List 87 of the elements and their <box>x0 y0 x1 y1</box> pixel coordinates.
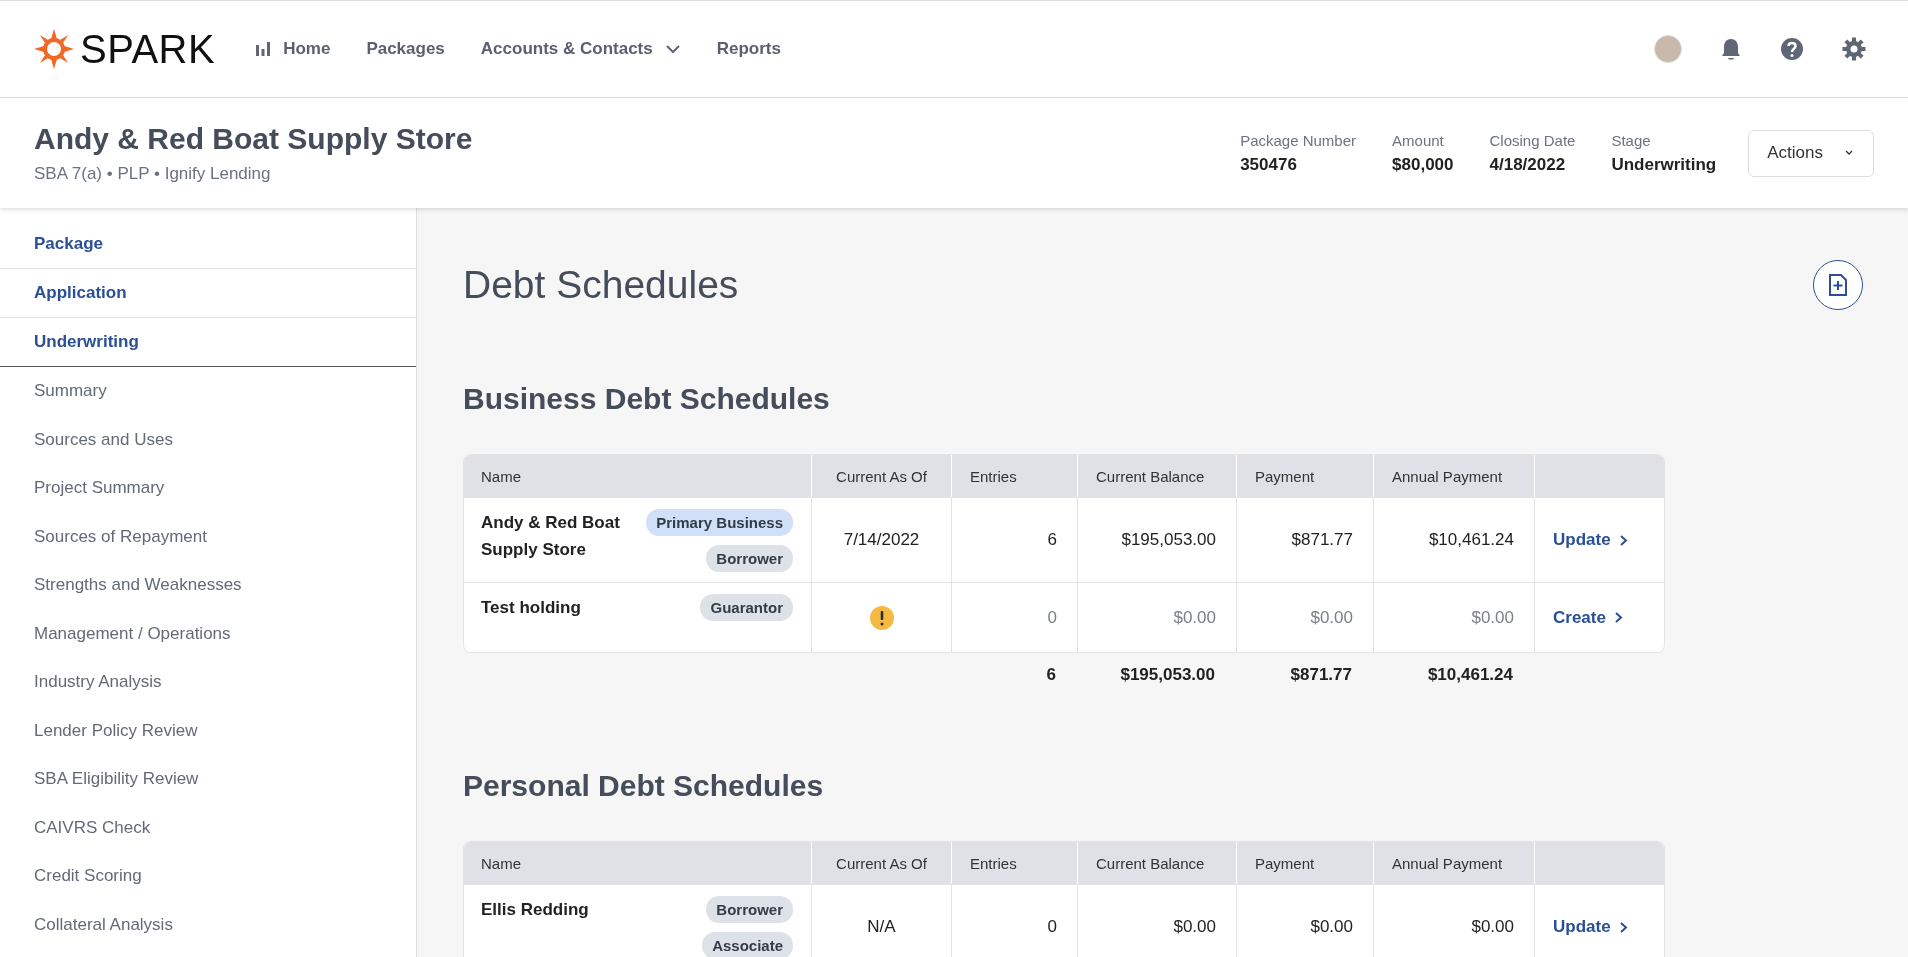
sidebar-item[interactable]: Sources and Uses <box>0 415 416 464</box>
table-cell-text: Ellis Redding <box>481 899 589 921</box>
meta-label: Closing Date <box>1489 131 1576 149</box>
nav-link[interactable]: Reports <box>716 39 781 59</box>
section-heading: Business Debt Schedules <box>463 382 831 416</box>
table-cell: $0.00 <box>1310 917 1353 937</box>
total-value: 6 <box>1046 665 1056 685</box>
settings-icon[interactable] <box>1842 37 1866 61</box>
brand-name[interactable]: SPARK <box>80 26 216 72</box>
nav-link[interactable]: Packages <box>366 39 445 59</box>
sidebar-item[interactable]: Strengths and Weaknesses <box>0 561 416 610</box>
meta-value: $80,000 <box>1392 154 1454 175</box>
column-header: Current Balance <box>1077 455 1236 497</box>
starburst-logo-icon <box>34 29 74 69</box>
actions-button[interactable]: Actions <box>1748 129 1874 177</box>
sidebar-item[interactable]: Credit Scoring <box>0 852 416 901</box>
sidebar-item[interactable]: SBA Eligibility Review <box>0 755 416 804</box>
row-action-link[interactable]: Update <box>1553 917 1628 937</box>
bell-icon[interactable] <box>1720 37 1742 61</box>
table-cell: $871.77 <box>1291 530 1353 550</box>
column-header: Annual Payment <box>1373 842 1534 884</box>
role-tag: Associate <box>702 932 793 957</box>
table-cell: $195,053.00 <box>1121 530 1216 550</box>
meta-value: 350476 <box>1240 154 1298 175</box>
role-tag: Borrower <box>706 545 793 572</box>
column-header: Entries <box>951 842 1077 884</box>
chevron-down-icon <box>664 44 681 54</box>
sidebar-item[interactable]: Collateral Analysis <box>0 900 416 949</box>
package-subtitle: SBA 7(a) • PLP • Ignify Lending <box>34 164 272 184</box>
column-header: Entries <box>951 455 1077 497</box>
sidebar-item[interactable]: Sources of Repayment <box>0 512 416 561</box>
table-cell: $0.00 <box>1173 917 1216 937</box>
total-value: $871.77 <box>1290 665 1352 685</box>
sidebar-item[interactable]: Lender Policy Review <box>0 706 416 755</box>
meta-label: Amount <box>1392 131 1445 149</box>
add-document-icon <box>1827 273 1849 297</box>
table-cell-text: Andy & Red Boat Supply Store <box>481 512 621 561</box>
row-action-link[interactable]: Update <box>1553 530 1628 550</box>
package-title: Andy & Red Boat Supply Store <box>34 122 473 156</box>
chevron-right-icon <box>1613 611 1623 624</box>
meta-label: Package Number <box>1240 131 1357 149</box>
table-cell: $0.00 <box>1471 607 1514 628</box>
total-value: $195,053.00 <box>1120 665 1215 685</box>
sidebar-item[interactable]: CAIVRS Check <box>0 803 416 852</box>
sidebar-item[interactable]: Project Summary <box>0 464 416 513</box>
sidebar-section[interactable]: Package <box>0 220 416 269</box>
help-icon[interactable] <box>1780 37 1804 61</box>
table-cell: 0 <box>1047 607 1057 628</box>
meta-value: 4/18/2022 <box>1489 154 1567 175</box>
column-header: Current Balance <box>1077 842 1236 884</box>
sidebar-item[interactable]: Summary <box>0 367 416 416</box>
role-tag: Guarantor <box>700 594 793 621</box>
caret-icon <box>1845 150 1853 156</box>
sidebar-section[interactable]: Application <box>0 269 416 318</box>
table-cell: 7/14/2022 <box>843 530 920 550</box>
section-heading: Personal Debt Schedules <box>463 769 825 803</box>
table-cell-text: Test holding <box>481 597 581 619</box>
column-header: Current As Of <box>811 455 951 497</box>
row-action-link[interactable]: Create <box>1553 607 1623 628</box>
sidebar-item[interactable]: Industry Analysis <box>0 658 416 707</box>
role-tag: Borrower <box>706 896 793 923</box>
column-header: Annual Payment <box>1373 455 1534 497</box>
column-header: Payment <box>1236 455 1373 497</box>
page-title: Debt Schedules <box>463 263 739 307</box>
sidebar-section[interactable]: Underwriting <box>0 318 416 367</box>
nav-link[interactable]: Accounts & Contacts <box>480 39 681 59</box>
bar-chart-icon <box>255 41 272 57</box>
column-header: Name <box>480 466 522 487</box>
column-header: Payment <box>1236 842 1373 884</box>
chevron-right-icon <box>1618 920 1628 934</box>
column-header: Name <box>480 853 522 874</box>
table-cell: $0.00 <box>1173 607 1216 628</box>
table-cell: 0 <box>1047 917 1057 937</box>
total-value: $10,461.24 <box>1427 665 1513 685</box>
chevron-right-icon <box>1618 533 1628 547</box>
meta-label: Stage <box>1611 131 1652 149</box>
meta-value: Underwriting <box>1611 154 1717 175</box>
table-cell: 6 <box>1047 530 1057 550</box>
table-cell: N/A <box>867 917 896 937</box>
column-header: Current As Of <box>811 842 951 884</box>
add-document-button[interactable] <box>1813 260 1863 310</box>
role-tag: Primary Business <box>646 509 793 536</box>
nav-link[interactable]: Home <box>255 39 331 59</box>
sidebar-item[interactable]: Management / Operations <box>0 609 416 658</box>
table-cell: $0.00 <box>1310 607 1353 628</box>
table-cell: $10,461.24 <box>1428 530 1514 550</box>
table-cell: $0.00 <box>1471 917 1514 937</box>
